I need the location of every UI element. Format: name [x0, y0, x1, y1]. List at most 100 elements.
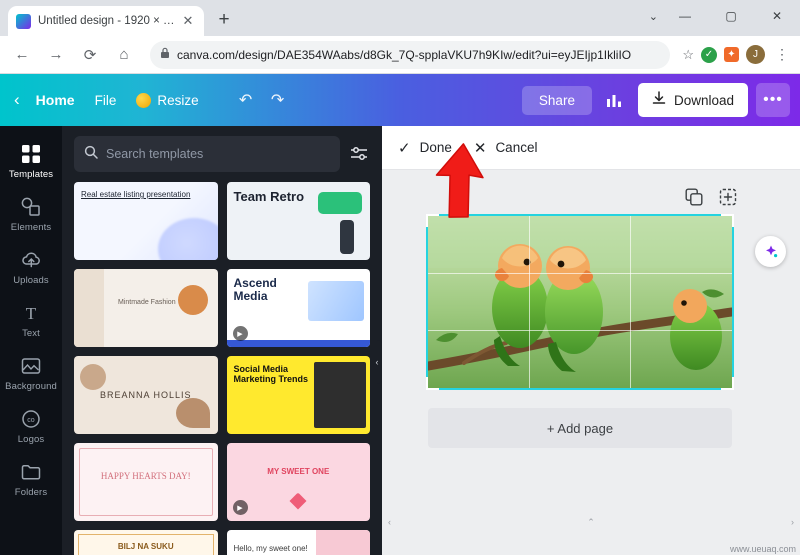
magic-edit-icon[interactable]	[755, 236, 786, 267]
search-placeholder: Search templates	[106, 147, 204, 161]
canvas-area[interactable]: + Add page ⌃ ‹ ›	[382, 170, 800, 555]
template-caption: Mintmade Fashion	[118, 299, 176, 306]
browser-nav-bar: ← → ⟳ ⌂ canva.com/design/DAE354WAabs/d8G…	[0, 36, 800, 74]
design-page[interactable]	[426, 214, 734, 390]
minimize-button[interactable]: —	[662, 0, 708, 32]
rail-item-logos[interactable]: co Logos	[0, 399, 62, 452]
template-card[interactable]: Hello, my sweet one!	[226, 530, 370, 555]
download-label: Download	[673, 92, 734, 108]
template-caption: Team Retro	[233, 189, 305, 204]
rail-item-text[interactable]: T Text	[0, 293, 62, 346]
crop-handle[interactable]	[721, 214, 734, 227]
maximize-button[interactable]: ▢	[708, 0, 754, 32]
rail-label-templates: Templates	[8, 169, 54, 180]
template-card[interactable]: Social Media Marketing Trends	[226, 356, 370, 434]
cloud-upload-icon	[20, 249, 42, 271]
browser-menu-icon[interactable]: ⋮	[772, 46, 792, 63]
close-icon[interactable]: ✕	[180, 13, 196, 29]
omnibox-actions: ☆ ✓ ✦ J ⋮	[682, 45, 792, 64]
check-icon: ✓	[398, 139, 411, 157]
template-card[interactable]: MY SWEET ONE ▶	[226, 443, 370, 521]
reload-icon[interactable]: ⟳	[76, 41, 104, 69]
duplicate-icon[interactable]	[683, 186, 705, 208]
template-caption: Ascend Media	[233, 276, 277, 303]
shield-icon[interactable]: ✓	[701, 46, 717, 63]
redo-icon[interactable]: ↷	[263, 85, 293, 115]
rail-label-logos: Logos	[17, 434, 45, 445]
back-icon[interactable]: ←	[8, 41, 36, 69]
rail-item-uploads[interactable]: Uploads	[0, 240, 62, 293]
template-card[interactable]: Mintmade Fashion	[74, 269, 218, 347]
resize-button[interactable]: Resize	[126, 87, 208, 114]
address-bar-url: canva.com/design/DAE354WAabs/d8Gk_7Q-spp…	[177, 47, 632, 62]
rail-label-text: Text	[22, 328, 40, 339]
download-icon	[652, 91, 666, 109]
watermark: www.ueuaq.com	[729, 544, 796, 554]
template-card[interactable]: HAPPY HEARTS DAY!	[74, 443, 218, 521]
add-page-button[interactable]: + Add page	[428, 408, 732, 448]
close-icon: ✕	[473, 139, 487, 157]
bookmark-star-icon[interactable]: ☆	[682, 47, 694, 63]
forward-icon[interactable]: →	[42, 41, 70, 69]
canva-toolbar: ‹ Home File Resize ↶ ↷ Share Download ••…	[0, 74, 800, 126]
crop-done-button[interactable]: ✓ Done	[398, 139, 452, 157]
editor-area: ✓ Done ✕ Cancel + Add page ⌃ ‹ ›	[382, 126, 800, 555]
window-close-button[interactable]: ✕	[754, 0, 800, 32]
add-page-icon[interactable]	[717, 186, 739, 208]
design-page-wrapper[interactable]	[426, 214, 734, 390]
extension-icon[interactable]: ✦	[724, 47, 739, 62]
browser-tab-strip: Untitled design - 1920 × 1080px ✕ + ⌄ — …	[0, 0, 800, 36]
more-options-button[interactable]: •••	[756, 83, 790, 117]
rail-item-background[interactable]: Background	[0, 346, 62, 399]
rail-item-elements[interactable]: Elements	[0, 187, 62, 240]
search-input[interactable]: Search templates	[74, 136, 340, 172]
download-button[interactable]: Download	[637, 83, 748, 117]
folder-icon	[20, 461, 42, 483]
resize-label: Resize	[157, 92, 199, 108]
page-image	[428, 216, 732, 388]
crop-guide-horizontal	[428, 330, 732, 331]
canva-favicon-icon	[16, 13, 31, 29]
home-button[interactable]: Home	[26, 86, 85, 114]
video-play-icon: ▶	[232, 500, 248, 515]
app-root: Untitled design - 1920 × 1080px ✕ + ⌄ — …	[0, 0, 800, 555]
rail-label-uploads: Uploads	[13, 275, 49, 286]
profile-avatar[interactable]: J	[746, 45, 765, 64]
rail-item-templates[interactable]: Templates	[0, 134, 62, 187]
crop-done-label: Done	[419, 140, 452, 155]
toolbar-right-group: Share Download •••	[521, 83, 790, 117]
svg-text:T: T	[26, 304, 37, 323]
crop-handle[interactable]	[426, 214, 439, 227]
undo-icon[interactable]: ↶	[231, 85, 261, 115]
new-tab-button[interactable]: +	[210, 6, 238, 34]
template-card[interactable]: Team Retro	[226, 182, 370, 260]
template-card[interactable]: BILJ NA SUKU	[74, 530, 218, 555]
home-icon[interactable]: ⌂	[110, 41, 138, 69]
browser-tab-title: Untitled design - 1920 × 1080px	[38, 15, 180, 27]
browser-tab[interactable]: Untitled design - 1920 × 1080px ✕	[8, 6, 204, 36]
crown-icon	[136, 92, 152, 108]
file-menu-button[interactable]: File	[85, 87, 127, 114]
template-caption: BREANNA HOLLIS	[99, 390, 192, 400]
share-button[interactable]: Share	[521, 85, 592, 115]
rail-label-folders: Folders	[14, 487, 48, 498]
back-arrow-icon[interactable]: ‹	[14, 90, 20, 110]
template-card[interactable]: BREANNA HOLLIS	[74, 356, 218, 434]
crop-cancel-button[interactable]: ✕ Cancel	[474, 139, 538, 157]
template-card[interactable]: Ascend Media ▶	[226, 269, 370, 347]
analytics-icon[interactable]	[600, 85, 630, 115]
template-card[interactable]: Real estate listing presentation	[74, 182, 218, 260]
app-body: Templates Elements Uploads T Text Backgr…	[0, 126, 800, 555]
video-play-icon: ▶	[232, 326, 248, 341]
crop-cancel-label: Cancel	[495, 140, 538, 155]
filter-sliders-icon[interactable]	[348, 143, 370, 165]
canvas-scroll-handle[interactable]: ⌃ ‹ ›	[382, 515, 800, 529]
object-tools	[683, 186, 739, 208]
templates-grid[interactable]: Real estate listing presentation Team Re…	[62, 182, 382, 555]
address-bar[interactable]: canva.com/design/DAE354WAabs/d8Gk_7Q-spp…	[150, 40, 671, 69]
crop-handle[interactable]	[721, 377, 734, 390]
rail-item-folders[interactable]: Folders	[0, 452, 62, 505]
crop-handle[interactable]	[426, 377, 439, 390]
chevron-down-icon[interactable]: ⌄	[649, 10, 658, 23]
template-caption: Hello, my sweet one!	[233, 544, 308, 553]
